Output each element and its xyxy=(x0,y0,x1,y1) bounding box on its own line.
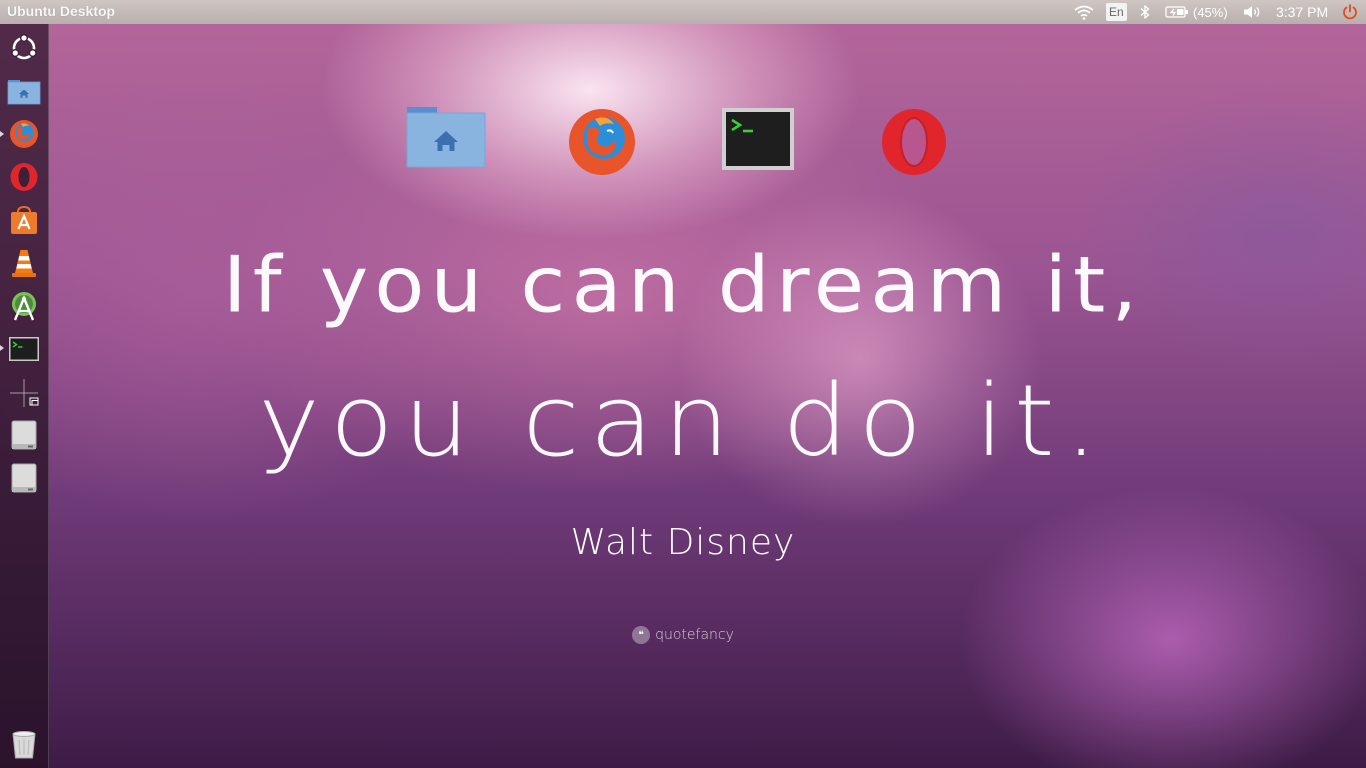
firefox-icon xyxy=(569,109,635,175)
desktop-firefox[interactable] xyxy=(566,106,638,178)
volume-icon[interactable] xyxy=(1243,0,1263,24)
desktop-opera[interactable] xyxy=(878,106,950,178)
window-title: Ubuntu Desktop xyxy=(7,3,116,19)
quote-author: Walt Disney xyxy=(570,522,796,563)
terminal-icon xyxy=(722,108,794,170)
home-folder-icon xyxy=(406,107,486,168)
launcher-item-software-center[interactable] xyxy=(4,200,44,240)
launcher-item-firefox[interactable] xyxy=(4,114,44,154)
quotefancy-watermark: ❝ quotefancy xyxy=(0,626,1366,644)
software-center-icon xyxy=(11,205,37,234)
opera-icon xyxy=(882,109,946,175)
keyboard-layout-label: En xyxy=(1106,3,1127,21)
desktop-home-folder[interactable] xyxy=(404,104,488,170)
power-icon[interactable] xyxy=(1341,0,1359,24)
battery-indicator[interactable]: (45%) xyxy=(1165,0,1228,24)
quote-line-1: If you can dream it, xyxy=(222,240,1144,331)
quote-line-2: you can do it. xyxy=(258,363,1108,479)
home-folder-icon xyxy=(7,80,41,105)
launcher-item-dash-home[interactable] xyxy=(4,28,44,68)
bluetooth-icon[interactable] xyxy=(1139,0,1151,24)
wifi-icon[interactable] xyxy=(1073,0,1095,24)
firefox-icon xyxy=(10,120,38,148)
keyboard-layout-indicator[interactable]: En xyxy=(1106,0,1127,24)
desktop-terminal[interactable] xyxy=(720,106,796,172)
battery-percent: (45%) xyxy=(1193,4,1228,20)
launcher-item-opera[interactable] xyxy=(4,157,44,197)
top-panel: Ubuntu Desktop En (45%) 3:37 PM xyxy=(0,0,1366,24)
opera-icon xyxy=(10,163,38,191)
quote-mark-icon: ❝ xyxy=(632,626,651,644)
clock-label: 3:37 PM xyxy=(1276,4,1329,20)
watermark-label: quotefancy xyxy=(655,627,734,643)
terminal-icon xyxy=(9,337,39,361)
battery-icon xyxy=(1165,6,1188,18)
launcher-item-files[interactable] xyxy=(4,71,44,111)
ubuntu-logo-icon xyxy=(11,34,37,60)
clock[interactable]: 3:37 PM xyxy=(1276,0,1328,24)
trash-icon xyxy=(12,731,36,759)
launcher-item-trash[interactable] xyxy=(4,724,44,764)
